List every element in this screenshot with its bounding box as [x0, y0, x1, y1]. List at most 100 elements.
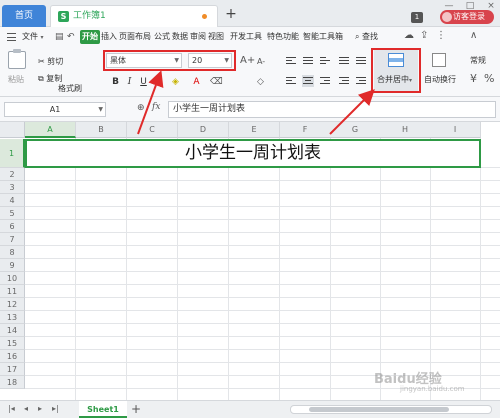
- row-header-6[interactable]: 6: [0, 220, 25, 233]
- row-header-2[interactable]: 2: [0, 168, 25, 181]
- align-right-icon[interactable]: [319, 75, 331, 87]
- row-header-5[interactable]: 5: [0, 207, 25, 220]
- distributed-icon[interactable]: [355, 55, 367, 67]
- zoom-icon[interactable]: ⊕: [137, 103, 145, 113]
- scissors-icon: ✂: [38, 57, 45, 66]
- add-sheet-button[interactable]: +: [131, 402, 141, 417]
- prev-sheet-icon[interactable]: ◂: [24, 404, 28, 413]
- tab-smart-toolbox[interactable]: 智能工具箱: [303, 30, 343, 44]
- currency-icon[interactable]: ¥: [470, 73, 477, 85]
- scrollbar-thumb[interactable]: [309, 407, 449, 412]
- shrink-font-button[interactable]: A-: [257, 56, 265, 68]
- column-header-i[interactable]: I: [430, 122, 481, 138]
- column-header-a[interactable]: A: [25, 122, 76, 138]
- fx-icon[interactable]: fx: [152, 102, 160, 112]
- row-header-12[interactable]: 12: [0, 298, 25, 311]
- column-header-e[interactable]: E: [229, 122, 280, 138]
- row-header-15[interactable]: 15: [0, 337, 25, 350]
- row-header-4[interactable]: 4: [0, 194, 25, 207]
- horizontal-scrollbar[interactable]: [290, 405, 492, 414]
- wrap-text-icon: [432, 53, 446, 67]
- close-icon[interactable]: ×: [486, 1, 496, 11]
- eraser-icon[interactable]: ◇: [255, 76, 266, 88]
- undo-icon[interactable]: ↶: [67, 31, 75, 43]
- next-sheet-icon[interactable]: ▸: [38, 404, 42, 413]
- row-header-7[interactable]: 7: [0, 233, 25, 246]
- row-header-9[interactable]: 9: [0, 259, 25, 272]
- row-header-1[interactable]: 1: [0, 139, 25, 168]
- number-format-select[interactable]: 常规: [470, 55, 486, 66]
- tab-formulas[interactable]: 公式: [154, 30, 170, 44]
- login-button[interactable]: 访客登录: [440, 10, 494, 24]
- merged-title-cell[interactable]: 小学生一周计划表: [25, 139, 481, 168]
- tab-page-layout[interactable]: 页面布局: [119, 30, 151, 44]
- file-menu[interactable]: 文件 ▾: [22, 30, 44, 44]
- grow-font-button[interactable]: A+: [240, 55, 255, 67]
- percent-icon[interactable]: %: [484, 73, 494, 85]
- last-sheet-icon[interactable]: ▸|: [52, 404, 59, 413]
- align-center-icon[interactable]: [302, 75, 314, 87]
- row-header-18[interactable]: 18: [0, 376, 25, 389]
- grid-line: [25, 180, 500, 181]
- chevron-up-icon[interactable]: ∧: [470, 30, 477, 42]
- home-tab[interactable]: 首页: [2, 5, 46, 27]
- row-header-16[interactable]: 16: [0, 350, 25, 363]
- save-icon[interactable]: ▤: [55, 31, 64, 43]
- underline-button[interactable]: U: [138, 76, 149, 88]
- row-header-13[interactable]: 13: [0, 311, 25, 324]
- format-painter-label: 格式刷: [58, 84, 82, 93]
- name-box[interactable]: A1 ▼: [4, 102, 106, 117]
- cloud-icon[interactable]: ☁: [404, 30, 414, 42]
- align-middle-icon[interactable]: [302, 55, 314, 67]
- tab-review[interactable]: 审阅: [190, 30, 206, 44]
- fill-color-icon[interactable]: ◈: [170, 76, 181, 88]
- cut-label: 剪切: [47, 57, 64, 66]
- align-bottom-icon[interactable]: [319, 55, 331, 67]
- tab-developer[interactable]: 开发工具: [230, 30, 262, 44]
- align-left-icon[interactable]: [285, 75, 297, 87]
- share-icon[interactable]: ⇪: [420, 30, 428, 42]
- document-tab[interactable]: S 工作簿1: [50, 5, 218, 27]
- column-header-h[interactable]: H: [380, 122, 431, 138]
- row-header-11[interactable]: 11: [0, 285, 25, 298]
- row-header-17[interactable]: 17: [0, 363, 25, 376]
- select-all-corner[interactable]: [0, 122, 25, 138]
- column-header-b[interactable]: B: [76, 122, 127, 138]
- indent-increase-icon[interactable]: [355, 75, 367, 87]
- tab-view[interactable]: 视图: [208, 30, 224, 44]
- clear-format-icon[interactable]: ⌫: [210, 76, 223, 88]
- column-header-d[interactable]: D: [178, 122, 229, 138]
- hamburger-icon[interactable]: [7, 33, 16, 41]
- new-tab-button[interactable]: +: [224, 7, 238, 21]
- bold-button[interactable]: B: [110, 76, 121, 88]
- column-header-f[interactable]: F: [280, 122, 331, 138]
- notification-badge[interactable]: 1: [411, 12, 423, 23]
- maximize-icon[interactable]: □: [465, 1, 475, 11]
- sheet-tab-sheet1[interactable]: Sheet1: [79, 401, 127, 418]
- spreadsheet-grid[interactable]: A B C D E F G H I 1 2 3 4 5 6 7 8 9 10 11 12 13 14 15 16 17 18 小学生一…: [0, 122, 500, 400]
- row-header-3[interactable]: 3: [0, 181, 25, 194]
- align-top-icon[interactable]: [285, 55, 297, 67]
- italic-button[interactable]: I: [124, 76, 135, 88]
- tab-data[interactable]: 数据: [172, 30, 188, 44]
- row-header-8[interactable]: 8: [0, 246, 25, 259]
- tab-insert[interactable]: 插入: [101, 30, 117, 44]
- row-header-10[interactable]: 10: [0, 272, 25, 285]
- minimize-icon[interactable]: —: [444, 1, 454, 11]
- indent-decrease-icon[interactable]: [338, 75, 350, 87]
- cut-button[interactable]: ✂ 剪切: [38, 56, 63, 67]
- row-header-14[interactable]: 14: [0, 324, 25, 337]
- formula-input[interactable]: 小学生一周计划表: [168, 101, 496, 118]
- search-button[interactable]: ⌕ 查找: [355, 30, 378, 44]
- border-icon[interactable]: ⊞: [153, 76, 164, 88]
- justify-icon[interactable]: [338, 55, 350, 67]
- font-color-icon[interactable]: A: [191, 76, 202, 88]
- more-icon[interactable]: ⋮: [436, 30, 446, 42]
- column-header-c[interactable]: C: [127, 122, 178, 138]
- first-sheet-icon[interactable]: |◂: [8, 404, 15, 413]
- column-header-g[interactable]: G: [330, 122, 381, 138]
- tab-special-features[interactable]: 特色功能: [267, 30, 299, 44]
- tab-home[interactable]: 开始: [80, 30, 100, 44]
- paste-icon: [8, 49, 26, 69]
- format-painter-button[interactable]: 格式刷: [58, 83, 82, 94]
